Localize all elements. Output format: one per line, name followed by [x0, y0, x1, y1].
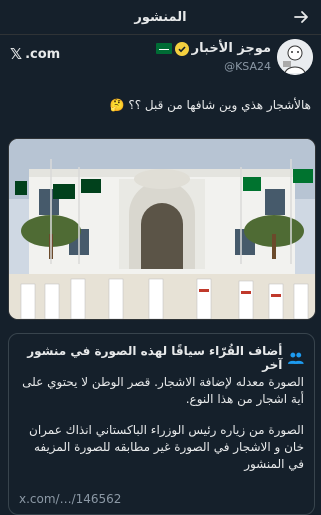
tweet-image[interactable] — [8, 138, 316, 320]
note-paragraph-2: الصورة من زياره رئيس الوزراء الباكستاني … — [29, 423, 304, 471]
people-icon — [288, 352, 304, 364]
back-arrow-icon[interactable] — [291, 7, 311, 27]
note-title-row: أضاف القُرّاء سياقًا لهذه الصورة في منشو… — [9, 344, 304, 372]
page-title: المنشور — [134, 9, 187, 25]
author-name-row: موجز الأخبار — [155, 41, 271, 56]
note-title: أضاف القُرّاء سياقًا لهذه الصورة في منشو… — [27, 344, 283, 372]
note-source-link[interactable]: x.com/…/146562 — [19, 492, 121, 506]
x-link[interactable]: 𝕏 .com — [10, 45, 60, 63]
author-name[interactable]: موجز الأخبار — [192, 41, 271, 56]
top-bar: المنشور — [0, 0, 321, 35]
tweet-text: هالأشجار هذي وين شافها من قبل ؟؟ 🤔 — [109, 98, 311, 112]
community-note: أضاف القُرّاء سياقًا لهذه الصورة في منشو… — [8, 333, 315, 515]
x-logo-icon: 𝕏 — [10, 45, 23, 63]
saudi-flag-icon — [155, 43, 172, 54]
tweet-header: موجز الأخبار @KSA24 𝕏 .com — [0, 35, 321, 83]
x-link-label: .com — [25, 46, 61, 62]
author-handle[interactable]: @KSA24 — [224, 60, 271, 73]
verified-badge-icon — [174, 41, 189, 56]
note-paragraph-1: الصورة معدله لإضافة الاشجار. قصر الوطن ل… — [22, 375, 304, 406]
note-body: الصورة معدله لإضافة الاشجار. قصر الوطن ل… — [19, 374, 304, 487]
avatar[interactable] — [277, 39, 313, 75]
